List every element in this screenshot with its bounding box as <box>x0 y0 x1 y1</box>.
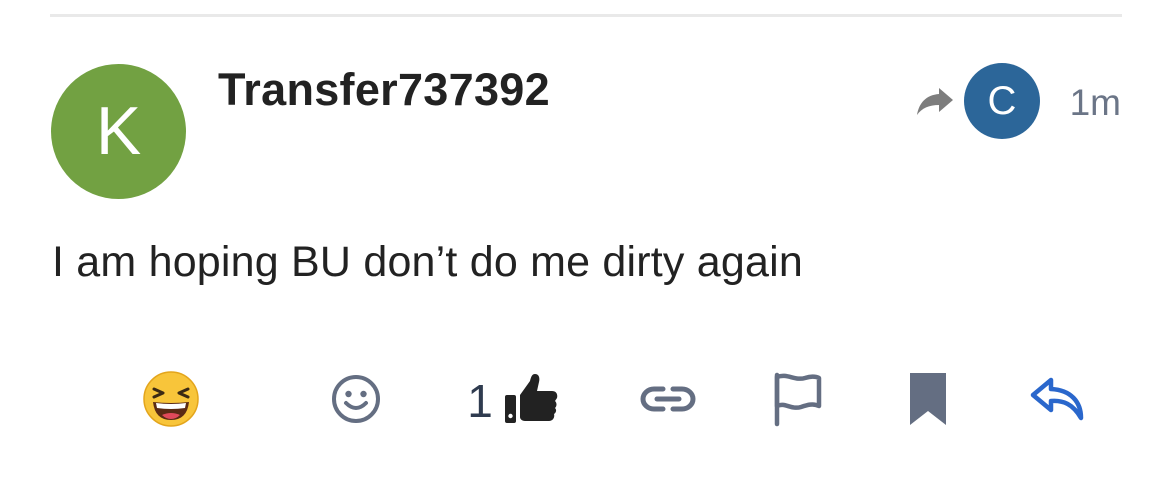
flag-button[interactable] <box>766 370 828 432</box>
post-body: I am hoping BU don’t do me dirty again <box>52 238 803 286</box>
link-icon <box>639 383 697 420</box>
like-button[interactable]: 1 <box>456 370 570 432</box>
reply-icon <box>1029 374 1087 429</box>
share-arrow-icon <box>914 83 956 119</box>
copy-link-button[interactable] <box>636 370 700 432</box>
thumbs-up-icon <box>503 371 559 432</box>
post: K Transfer737392 C 1m I am hoping BU don… <box>0 0 1170 485</box>
divider <box>50 14 1122 17</box>
reply-button[interactable] <box>1026 370 1090 432</box>
flag-icon <box>769 371 825 432</box>
emoji-picker-icon <box>330 373 382 430</box>
reply-to-indicator[interactable]: C <box>914 62 1040 140</box>
bookmark-icon <box>906 371 950 432</box>
post-date[interactable]: 1m <box>1070 82 1121 124</box>
laughing-emoji-reaction[interactable] <box>138 370 204 432</box>
username[interactable]: Transfer737392 <box>218 64 550 116</box>
reply-to-avatar[interactable]: C <box>964 63 1040 139</box>
like-count: 1 <box>467 375 493 427</box>
laughing-emoji-icon <box>142 370 200 433</box>
emoji-picker-button[interactable] <box>326 370 386 432</box>
bookmark-button[interactable] <box>898 370 958 432</box>
author-avatar[interactable]: K <box>51 64 186 199</box>
